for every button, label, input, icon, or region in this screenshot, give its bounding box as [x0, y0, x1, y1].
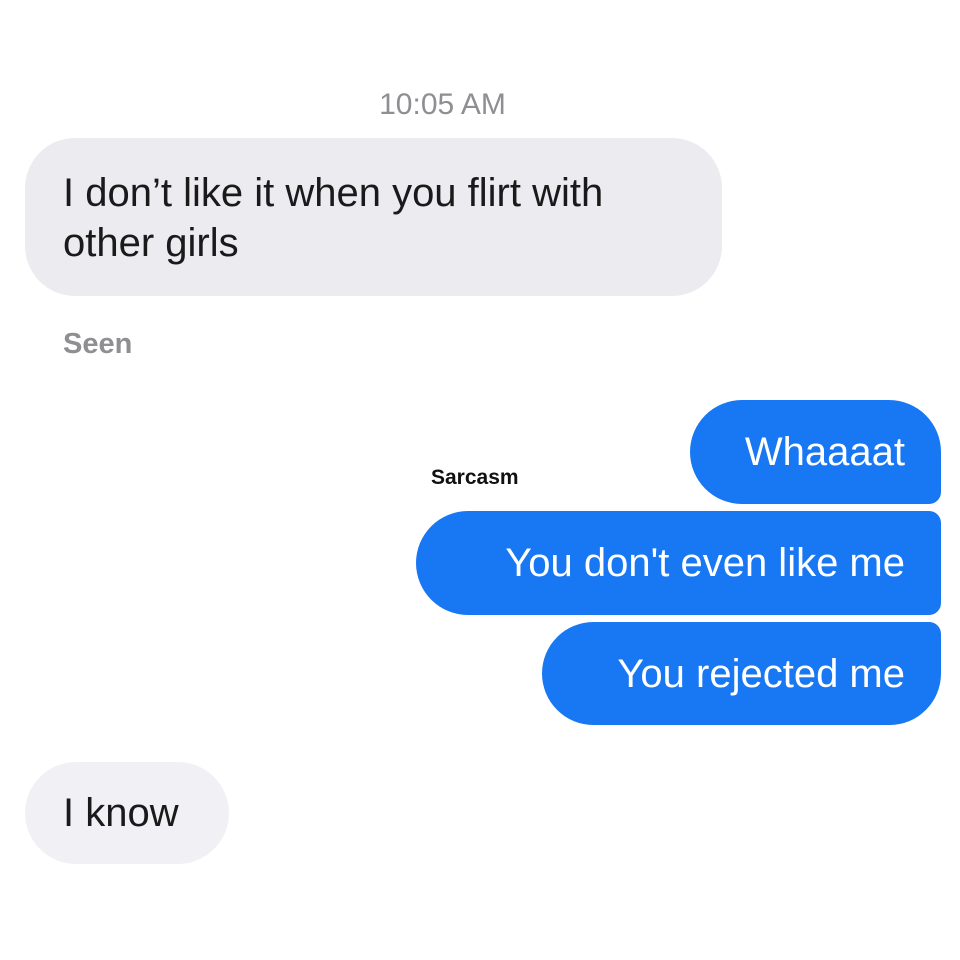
outgoing-message-bubble[interactable]: Whaaaat — [690, 400, 941, 504]
outgoing-message-bubble[interactable]: You don't even like me — [416, 511, 941, 615]
message-text: You don't even like me — [505, 541, 905, 585]
seen-receipt: Seen — [63, 328, 133, 360]
message-timestamp: 10:05 AM — [379, 88, 506, 121]
incoming-message-bubble[interactable]: I don’t like it when you flirt with othe… — [25, 138, 722, 296]
overlay-caption: Sarcasm — [431, 466, 519, 489]
incoming-message-bubble[interactable]: I know — [25, 762, 229, 864]
message-text: I know — [63, 791, 179, 835]
message-text: You rejected me — [617, 652, 905, 696]
message-text: I don’t like it when you flirt with othe… — [63, 171, 604, 265]
message-text: Whaaaat — [744, 430, 905, 474]
outgoing-message-bubble[interactable]: You rejected me — [542, 622, 941, 725]
